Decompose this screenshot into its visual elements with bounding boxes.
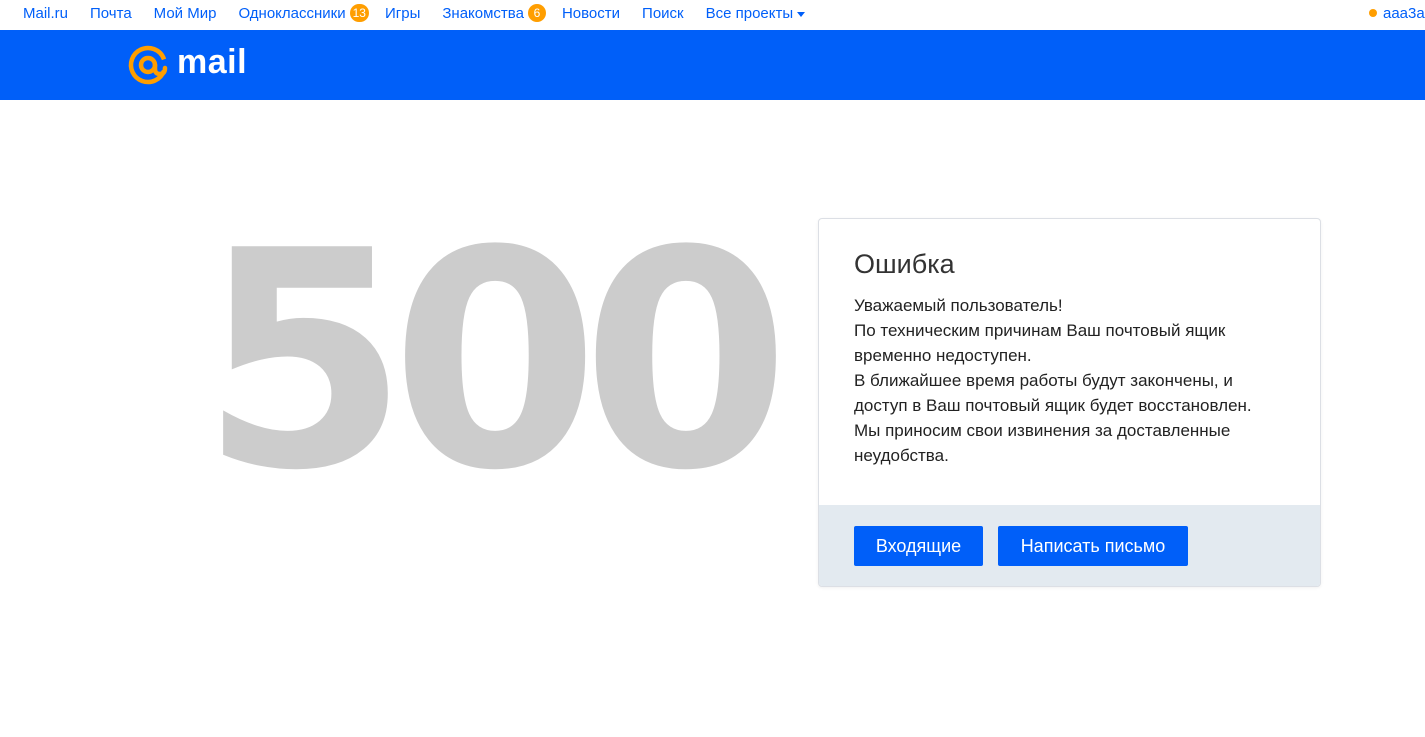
user-name: aaa3a: [1383, 4, 1425, 22]
portal-link-label: Mail.ru: [23, 4, 69, 22]
notification-badge: 6: [527, 4, 546, 22]
error-message-line: временно недоступен.: [854, 346, 1032, 365]
portal-link-label: Почта: [90, 4, 132, 22]
portal-link-label: Новости: [561, 4, 621, 22]
portal-link-label: Знакомства: [442, 4, 524, 22]
error-code: 500: [200, 187, 790, 536]
portal-bar: Mail.ru Почта Мой Мир Одноклассники 13 Иг…: [0, 0, 1425, 30]
portal-link-odnoklassniki[interactable]: Одноклассники 13: [238, 4, 369, 22]
portal-link-poisk[interactable]: Поиск: [642, 5, 684, 22]
portal-link-label: Поиск: [642, 4, 684, 22]
logo-text: mail: [177, 43, 248, 81]
error-message-line: По техническим причинам Ваш почтовый ящи…: [854, 321, 1226, 340]
portal-link-label: Игры: [384, 4, 421, 22]
error-message-line: В ближайшее время работы будут закончены…: [854, 371, 1233, 390]
portal-link-znakomstva[interactable]: Знакомства 6: [442, 4, 546, 22]
error-card: Ошибка Уважаемый пользователь! По технич…: [818, 218, 1321, 587]
portal-link-igry[interactable]: Игры: [385, 5, 420, 22]
online-status-icon: [1369, 9, 1377, 17]
inbox-button[interactable]: Входящие: [854, 526, 983, 566]
error-title: Ошибка: [854, 249, 955, 279]
error-message-line: доступ в Ваш почтовый ящик будет восстан…: [854, 396, 1252, 415]
portal-link-pochta[interactable]: Почта: [90, 5, 132, 22]
error-message-line: Уважаемый пользователь!: [854, 296, 1063, 315]
card-footer: Входящие Написать письмо: [819, 505, 1320, 586]
mail-logo[interactable]: mail: [127, 43, 248, 86]
portal-link-novosti[interactable]: Новости: [562, 5, 620, 22]
error-message: Уважаемый пользователь! По техническим п…: [854, 293, 1284, 468]
notification-badge: 13: [349, 4, 369, 22]
header: mail: [0, 30, 1425, 100]
at-sign-icon: [128, 45, 168, 85]
portal-link-label: Одноклассники: [238, 4, 346, 22]
portal-nav: Mail.ru Почта Мой Мир Одноклассники 13 Иг…: [23, 0, 827, 26]
chevron-down-icon: [797, 11, 806, 17]
portal-link-label: Мой Мир: [153, 4, 217, 22]
error-message-line: Мы приносим свои извинения за доставленн…: [854, 421, 1231, 440]
compose-button[interactable]: Написать письмо: [998, 526, 1188, 566]
portal-link-all-projects[interactable]: Все проекты: [706, 5, 806, 22]
portal-link-label: Все проекты: [705, 4, 794, 22]
portal-link-moy-mir[interactable]: Мой Мир: [154, 5, 217, 22]
error-message-line: неудобства.: [854, 446, 949, 465]
portal-link-mailru[interactable]: Mail.ru: [23, 5, 68, 22]
user-menu[interactable]: aaa3a: [1369, 0, 1425, 26]
